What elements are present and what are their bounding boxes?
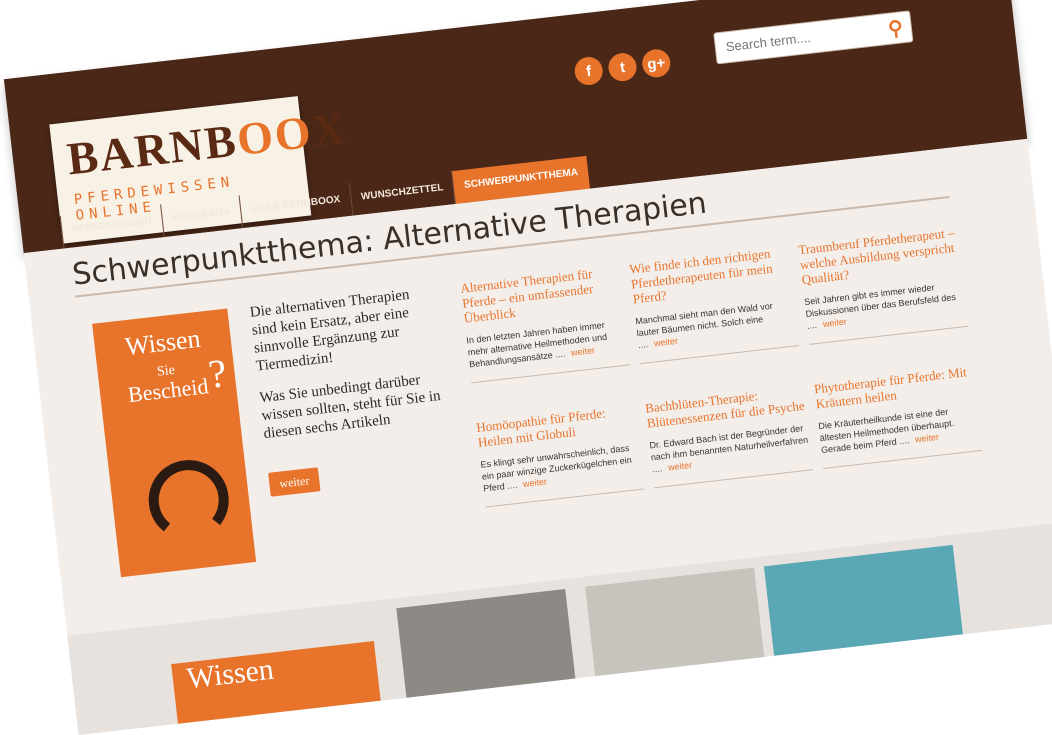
article-card: Wie finde ich den richtigen Pferdetherap… <box>629 245 800 365</box>
article-card: Traumberuf Pferdetherapeut – welche Ausb… <box>797 225 969 346</box>
logo-wordmark: BARNBOOX <box>64 101 351 185</box>
article-more-link[interactable]: weiter <box>653 336 678 349</box>
article-teaser: Es klingt sehr unwahrscheinlich, dass ei… <box>480 442 633 494</box>
social-links: f t g+ <box>573 47 672 87</box>
search-icon[interactable]: ⚲ <box>887 15 904 41</box>
search-box: ⚲ <box>713 10 914 65</box>
article-more-link[interactable]: weiter <box>523 477 548 490</box>
article-teaser: Dr. Edward Bach ist der Begründer der na… <box>648 422 809 475</box>
twitter-icon[interactable]: t <box>607 51 638 83</box>
intro-paragraph-2: Was Sie unbedingt darüber wissen sollten… <box>258 372 442 443</box>
search-input[interactable] <box>714 15 877 62</box>
promo-banner[interactable]: Wissen Sie Bescheid ? <box>92 308 257 578</box>
bottom-wissen-banner[interactable]: Wissen <box>171 641 381 724</box>
facebook-icon[interactable]: f <box>573 55 605 87</box>
weiter-button[interactable]: weiter <box>268 467 321 498</box>
article-title-link[interactable]: Traumberuf Pferdetherapeut – welche Ausb… <box>797 225 962 288</box>
article-title-link[interactable]: Wie finde ich den richtigen Pferdetherap… <box>629 245 793 308</box>
article-more-link[interactable]: weiter <box>668 460 693 473</box>
article-teaser: Die Kräuterheilkunde ist eine der ältest… <box>817 406 955 456</box>
article-teaser: In den letzten Jahren haben immer mehr a… <box>465 319 608 370</box>
teaser-image[interactable] <box>585 567 765 677</box>
article-card: Phytotherapie für Pferde: Mit Kräutern h… <box>813 364 983 470</box>
teaser-image[interactable] <box>396 589 576 698</box>
article-teaser: Manchmal sieht man den Wald vor lauter B… <box>634 300 774 351</box>
article-card: Alternative Therapien für Pferde – ein u… <box>460 264 631 384</box>
article-card: Homöopathie für Pferde: Heilen mit Globu… <box>476 403 645 508</box>
article-teaser: Seit Jahren gibt es immer wieder Diskuss… <box>803 282 957 332</box>
article-title-link[interactable]: Alternative Therapien für Pferde – ein u… <box>460 264 624 327</box>
intro-paragraph-1: Die alternativen Therapien sind kein Ers… <box>249 286 411 375</box>
intro-text: Die alternativen Therapien sind kein Ers… <box>249 283 458 498</box>
article-card: Bachblüten-Therapie: Blütenessenzen für … <box>644 384 814 489</box>
google-plus-icon[interactable]: g+ <box>640 47 672 79</box>
website-page: BARNBOOX PFERDEWISSEN ONLINE f t g+ ⚲ PF… <box>3 0 1052 735</box>
article-more-link[interactable]: weiter <box>915 432 940 445</box>
horseshoe-icon <box>144 455 233 545</box>
article-more-link[interactable]: weiter <box>571 345 596 358</box>
teaser-image[interactable] <box>763 544 963 656</box>
article-more-link[interactable]: weiter <box>822 317 847 330</box>
